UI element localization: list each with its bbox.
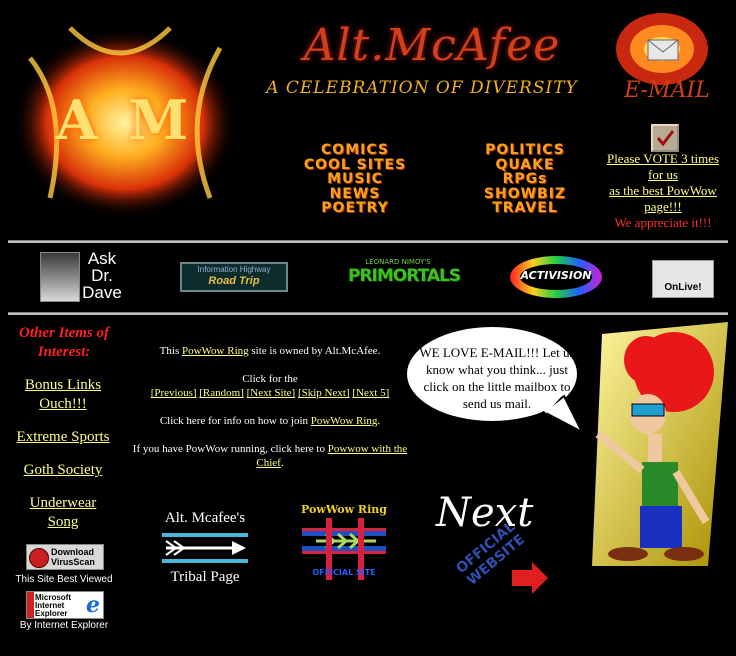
virusscan-icon xyxy=(29,548,49,568)
ring-random-link[interactable]: [Random] xyxy=(199,387,244,399)
vote-link-line2[interactable]: as the best PowWow page!!! xyxy=(609,183,717,214)
ie-bot: Explorer xyxy=(35,609,68,618)
nav-item-news[interactable]: NEWS xyxy=(300,187,410,202)
ie-logo-icon: e xyxy=(86,592,100,618)
fire-logo: A M xyxy=(10,18,240,218)
other-items-heading: Other Items of Interest: xyxy=(19,325,109,360)
ask-dr-dave-label[interactable]: Ask Dr. Dave xyxy=(80,250,124,301)
onlive-banner[interactable]: OnLive! xyxy=(652,260,714,298)
email-swirl-link[interactable] xyxy=(612,10,712,88)
nav-item-poetry[interactable]: POETRY xyxy=(300,201,410,216)
nav-item-cool-sites[interactable]: COOL SITES xyxy=(300,157,410,173)
divider-bottom xyxy=(8,312,728,315)
primortals-top: LEONARD NIMOY'S xyxy=(365,258,431,266)
sidebar-link-bonus[interactable]: Bonus Links Ouch!!! xyxy=(15,376,111,414)
ring-logo-bottom: OFFICIAL SITE xyxy=(312,568,376,577)
road-trip-bottom: Road Trip xyxy=(208,275,260,287)
ring-logo-top: PowWow Ring xyxy=(301,503,387,516)
tribal-page-link[interactable]: Alt. Mcafee's Tribal Page xyxy=(158,510,252,590)
road-trip-top: Information Highway xyxy=(197,265,271,274)
nav-item-politics[interactable]: POLITICS xyxy=(470,143,580,158)
ring-running-prefix: If you have PowWow running, click here t… xyxy=(132,443,328,455)
vote-checkmark-icon[interactable] xyxy=(651,124,679,152)
vote-link-line1[interactable]: Please VOTE 3 times for us xyxy=(607,151,719,182)
ring-next5-link[interactable]: [Next 5] xyxy=(352,387,389,399)
ring-join-suffix: . xyxy=(377,415,381,427)
sidebar-link-extreme-sports[interactable]: Extreme Sports xyxy=(8,428,118,447)
logo-letters: A M xyxy=(55,88,195,152)
virusscan-top: Download xyxy=(51,547,94,557)
powwow-ring-logo[interactable]: PowWow Ring OFFICIAL SITE xyxy=(296,504,392,590)
vote-thanks: We appreciate it!!! xyxy=(614,215,712,230)
mascot-character[interactable] xyxy=(588,322,730,566)
arrow-icon xyxy=(162,533,248,563)
ring-nav: [Previous] [Random] [Next Site] [Skip Ne… xyxy=(122,386,418,400)
activision-label: ACTIVISION xyxy=(520,269,592,282)
site-title: Alt.McAfee xyxy=(303,20,561,71)
nav-item-rpgs[interactable]: RPGs xyxy=(470,172,580,187)
ring-owned-prefix: This xyxy=(159,345,182,357)
nav-item-showbiz[interactable]: SHOWBIZ xyxy=(470,187,580,202)
virusscan-bottom: VirusScan xyxy=(51,557,95,567)
road-trip-banner[interactable]: Information Highway Road Trip xyxy=(180,262,288,292)
sidebar-link-underwear-song[interactable]: Underwear Song xyxy=(15,494,111,532)
site-subtitle: A CELEBRATION OF DIVERSITY xyxy=(266,78,578,98)
ie-free-ribbon xyxy=(27,592,34,618)
ring-clickfor: Click for the xyxy=(242,373,298,385)
ring-join-prefix: Click here for info on how to join xyxy=(159,415,311,427)
primortals-banner[interactable]: LEONARD NIMOY'S PRIMORTALS xyxy=(348,258,461,294)
envelope-icon xyxy=(647,39,679,61)
activision-banner[interactable]: ACTIVISION xyxy=(508,254,604,300)
sidebar-link-goth-society[interactable]: Goth Society xyxy=(8,461,118,480)
join-powwow-ring-link[interactable]: PowWow Ring xyxy=(311,415,378,427)
red-arrow-icon xyxy=(512,562,548,594)
ring-next-site-link[interactable]: [Next Site] xyxy=(247,387,296,399)
best-viewed-text: This Site Best Viewed xyxy=(15,574,113,585)
powwow-ring-link[interactable]: PowWow Ring xyxy=(182,345,249,357)
dr-dave-photo[interactable] xyxy=(40,252,80,302)
by-ie-text: By Internet Explorer xyxy=(19,620,109,631)
ring-previous-link[interactable]: [Previous] xyxy=(151,387,197,399)
next-official-site-link[interactable]: Next OFFICIAL WEBSITE xyxy=(432,490,552,598)
nav-column-left: COMICS COOL SITES MUSIC NEWS POETRY xyxy=(300,143,410,216)
ring-running-line: If you have PowWow running, click here t… xyxy=(128,442,412,470)
nav-item-comics[interactable]: COMICS xyxy=(300,143,410,158)
ring-join-line: Click here for info on how to join PowWo… xyxy=(122,414,418,428)
ring-running-suffix: . xyxy=(280,457,284,469)
virusscan-button[interactable]: Download VirusScan xyxy=(26,544,104,570)
onlive-label: OnLive! xyxy=(664,282,702,293)
tribal-top: Alt. Mcafee's xyxy=(164,510,246,526)
email-label[interactable]: E-MAIL xyxy=(612,78,722,103)
nav-item-quake[interactable]: QUAKE xyxy=(470,157,580,173)
nav-item-music[interactable]: MUSIC xyxy=(300,172,410,187)
ie-badge[interactable]: Microsoft Internet Explorer e xyxy=(26,591,104,619)
ring-owned-line: This PowWow Ring site is owned by Alt.Mc… xyxy=(122,344,418,358)
tribal-bottom: Tribal Page xyxy=(170,569,240,585)
bubble-text: WE LOVE E-MAIL!!! Let us know what you t… xyxy=(419,345,575,411)
vote-block: Please VOTE 3 times for us as the best P… xyxy=(598,151,728,231)
primortals-bottom: PRIMORTALS xyxy=(348,266,461,286)
divider-top xyxy=(8,240,728,243)
nav-column-right: POLITICS QUAKE RPGs SHOWBIZ TRAVEL xyxy=(470,143,580,216)
ring-skip-next-link[interactable]: [Skip Next] xyxy=(298,387,350,399)
ring-owned-suffix: site is owned by Alt.McAfee. xyxy=(248,345,381,357)
nav-item-travel[interactable]: TRAVEL xyxy=(470,201,580,216)
